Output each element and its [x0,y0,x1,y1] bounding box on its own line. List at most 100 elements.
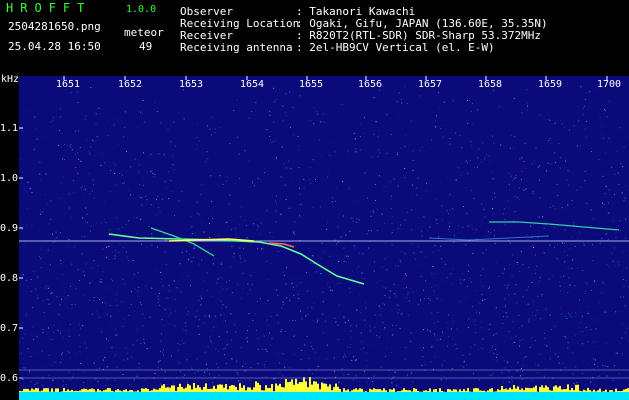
noise-pixel [584,171,586,173]
noise-pixel [288,207,290,209]
noise-pixel [62,337,64,339]
noise-pixel [213,263,214,265]
noise-pixel [420,198,422,200]
noise-pixel [266,210,268,212]
noise-pixel [574,245,576,247]
noise-pixel [392,229,394,231]
noise-pixel [522,339,524,341]
noise-pixel [363,132,365,134]
noise-pixel [242,365,244,367]
noise-pixel [42,300,44,302]
noise-pixel [468,270,470,272]
noise-pixel [624,305,626,307]
noise-pixel [71,145,73,147]
bottom-band-peak [405,390,407,392]
bottom-band-peak [401,390,403,392]
noise-pixel [244,150,246,152]
noise-pixel [579,299,580,301]
noise-pixel [281,176,283,178]
noise-pixel [77,158,79,160]
noise-pixel [64,298,66,300]
noise-pixel [550,350,552,352]
noise-pixel [110,164,112,166]
bottom-band-peak [453,389,455,392]
noise-pixel [282,271,284,273]
noise-pixel [115,249,117,251]
noise-pixel [42,329,44,331]
noise-pixel [180,291,182,293]
noise-pixel [22,130,24,132]
noise-pixel [105,222,107,223]
noise-pixel [572,259,573,261]
noise-pixel [128,307,130,309]
noise-pixel [482,268,484,270]
noise-pixel [509,264,510,266]
noise-pixel [504,367,506,369]
noise-pixel [117,143,119,145]
noise-pixel [43,136,45,138]
noise-pixel [431,183,433,185]
noise-pixel [584,180,586,182]
noise-pixel [432,266,434,267]
noise-pixel [285,167,287,169]
noise-pixel [394,201,395,203]
noise-pixel [303,178,305,180]
noise-pixel [431,139,433,141]
noise-pixel [209,336,211,338]
noise-pixel [125,251,127,253]
noise-pixel [50,364,52,366]
noise-pixel [37,276,39,278]
noise-pixel [257,370,259,372]
noise-pixel [576,145,578,147]
bottom-band-peak [355,388,357,392]
noise-pixel [148,225,150,227]
noise-pixel [566,318,568,320]
noise-pixel [500,144,502,146]
y-tick-label: 0.9 [0,223,19,234]
noise-pixel [475,311,477,313]
noise-pixel [452,321,454,323]
noise-pixel [83,197,85,199]
noise-pixel [36,138,38,140]
noise-pixel [440,128,442,129]
bottom-band-peak [177,387,179,392]
noise-pixel [423,289,424,291]
noise-pixel [520,352,522,354]
noise-pixel [235,228,237,230]
noise-pixel [170,312,172,314]
noise-pixel [197,371,199,372]
noise-pixel [411,372,413,374]
bottom-band-peak [297,383,299,392]
noise-pixel [123,318,124,320]
bottom-band-peak [43,388,45,392]
bottom-band-peak [119,390,121,392]
noise-pixel [401,98,403,100]
noise-pixel [311,346,313,347]
noise-pixel [349,230,351,232]
noise-pixel [122,374,124,375]
noise-pixel [534,231,536,233]
noise-pixel [71,304,73,305]
noise-pixel [377,230,378,231]
noise-pixel [40,287,41,288]
noise-pixel [624,221,626,223]
noise-pixel [425,190,427,192]
noise-pixel [619,230,621,232]
noise-pixel [537,166,539,168]
noise-pixel [488,286,490,288]
noise-pixel [211,342,213,344]
noise-pixel [69,323,71,325]
noise-pixel [492,193,494,195]
noise-pixel [308,358,310,359]
noise-pixel [375,199,377,201]
noise-pixel [283,163,285,165]
noise-pixel [454,132,456,134]
noise-pixel [88,153,90,155]
noise-pixel [323,121,325,123]
noise-pixel [368,230,370,232]
noise-pixel [567,312,569,314]
noise-pixel [83,185,85,187]
noise-pixel [277,254,278,256]
noise-pixel [408,300,410,302]
noise-pixel [265,375,267,377]
